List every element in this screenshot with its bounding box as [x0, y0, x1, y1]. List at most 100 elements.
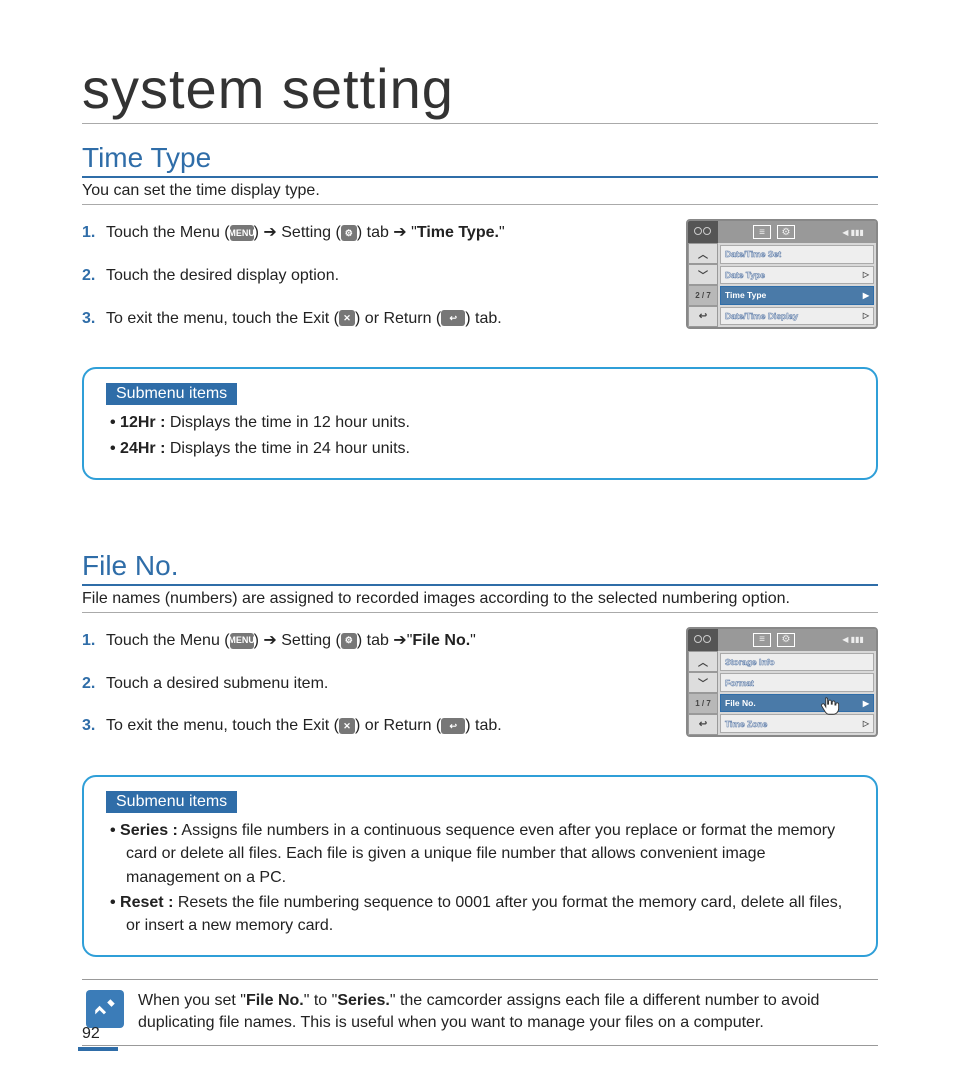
scroll-up-button[interactable]: ︿ [688, 243, 718, 264]
section-time-type: Time Type You can set the time display t… [82, 142, 878, 480]
step-text: ) or Return ( [355, 717, 441, 734]
item-text: Assigns file numbers in a continuous seq… [126, 822, 835, 885]
page-indicator: 1 / 7 [688, 693, 718, 714]
menu-row[interactable]: Format [720, 673, 874, 692]
step-text: ) or Return ( [355, 310, 441, 327]
scroll-up-button[interactable]: ︿ [688, 651, 718, 672]
list-tab-icon: ≡ [753, 225, 771, 239]
list-tab-icon: ≡ [753, 633, 771, 647]
page-number: 92 [82, 1025, 118, 1051]
submenu-item: Reset : Resets the file numbering sequen… [110, 891, 854, 937]
step-3: To exit the menu, touch the Exit (✕) or … [82, 712, 666, 741]
scroll-down-button[interactable]: ﹀ [688, 264, 718, 285]
page-indicator: 2 / 7 [688, 285, 718, 306]
step-2: Touch the desired display option. [82, 262, 666, 291]
menu-row-selected[interactable]: File No. ▶ [720, 694, 874, 713]
step-bold: File No. [412, 632, 470, 649]
item-bold: Reset : [120, 894, 173, 911]
step-text: " [499, 224, 505, 241]
menu-list: Date/Time Set Date Type ▷ Time Type ▶ Date… [718, 243, 876, 327]
step-text: ) ➔ Setting ( [254, 632, 341, 649]
submenu-box: Submenu items 12Hr : Displays the time i… [82, 367, 878, 479]
step-text: Touch a desired submenu item. [106, 670, 666, 699]
row-label: Time Zone [725, 719, 767, 729]
step-text: Touch the desired display option. [106, 262, 666, 291]
page-title: system setting [82, 56, 878, 124]
section-intro: You can set the time display type. [82, 182, 878, 205]
steps-list: Touch the Menu (MENU) ➔ Setting (⚙) tab … [82, 219, 666, 347]
step-3: To exit the menu, touch the Exit (✕) or … [82, 305, 666, 334]
submenu-label: Submenu items [106, 791, 237, 813]
gear-tab-icon: ⚙ [777, 225, 795, 239]
step-text: ) ➔ Setting ( [254, 224, 341, 241]
row-right: ▶ [863, 291, 869, 300]
menu-row-selected[interactable]: Time Type ▶ [720, 286, 874, 305]
row-label: Format [725, 678, 754, 688]
menu-row[interactable]: Date/Time Display ▷ [720, 307, 874, 326]
screen-preview-file-no: ≡ ⚙ ◀ ▮▮▮ ︿ ﹀ 1 / 7 ↩ Storage Info Forma… [686, 627, 878, 737]
step-1: Touch the Menu (MENU) ➔ Setting (⚙) tab … [82, 627, 666, 656]
menu-row[interactable]: Date/Time Set [720, 245, 874, 264]
submenu-label: Submenu items [106, 383, 237, 405]
note-bold: Series. [337, 992, 389, 1009]
row-label: Time Type [725, 290, 766, 300]
item-bold: Series : [120, 822, 178, 839]
return-icon: ↩ [441, 718, 465, 734]
step-1: Touch the Menu (MENU) ➔ Setting (⚙) tab … [82, 219, 666, 248]
note-text: " to " [304, 992, 338, 1009]
submenu-item: 12Hr : Displays the time in 12 hour unit… [110, 411, 854, 434]
step-text: To exit the menu, touch the Exit ( [106, 310, 339, 327]
step-text: Touch the Menu ( [106, 632, 230, 649]
battery-icon: ◀ ▮▮▮ [830, 221, 876, 243]
section-heading: File No. [82, 550, 878, 586]
menu-row[interactable]: Date Type ▷ [720, 266, 874, 285]
row-label: Date/Time Display [725, 311, 798, 321]
menu-row[interactable]: Storage Info [720, 653, 874, 672]
section-file-no: File No. File names (numbers) are assign… [82, 550, 878, 1046]
gear-icon: ⚙ [341, 633, 357, 649]
close-icon: ✕ [339, 718, 355, 734]
menu-icon: MENU [230, 633, 254, 649]
note-icon [86, 990, 124, 1028]
scroll-down-button[interactable]: ﹀ [688, 672, 718, 693]
gear-icon: ⚙ [341, 225, 357, 241]
step-2: Touch a desired submenu item. [82, 670, 666, 699]
close-icon: ✕ [339, 310, 355, 326]
step-bold: Time Type. [417, 224, 499, 241]
steps-list: Touch the Menu (MENU) ➔ Setting (⚙) tab … [82, 627, 666, 755]
row-right: ▷ [863, 270, 869, 279]
return-button[interactable]: ↩ [688, 714, 718, 735]
item-text: Displays the time in 24 hour units. [165, 440, 410, 457]
battery-icon: ◀ ▮▮▮ [830, 629, 876, 651]
item-text: Resets the file numbering sequence to 00… [126, 894, 842, 934]
item-bold: 24Hr : [120, 440, 165, 457]
menu-icon: MENU [230, 225, 254, 241]
gear-tab-icon: ⚙ [777, 633, 795, 647]
return-button[interactable]: ↩ [688, 306, 718, 327]
step-text: Touch the Menu ( [106, 224, 230, 241]
section-intro: File names (numbers) are assigned to rec… [82, 590, 878, 613]
step-text: ) tab. [465, 310, 501, 327]
submenu-item: Series : Assigns file numbers in a conti… [110, 819, 854, 889]
screen-preview-time-type: ≡ ⚙ ◀ ▮▮▮ ︿ ﹀ 2 / 7 ↩ Date/Time Set Date… [686, 219, 878, 329]
note-bold: File No. [246, 992, 304, 1009]
row-label: File No. [725, 698, 756, 708]
row-label: Date Type [725, 270, 765, 280]
step-text: ) tab ➔" [357, 632, 413, 649]
note-callout: When you set "File No." to "Series." the… [82, 979, 878, 1046]
step-text: " [470, 632, 476, 649]
submenu-item: 24Hr : Displays the time in 24 hour unit… [110, 437, 854, 460]
row-right: ▷ [863, 719, 869, 728]
rec-indicator-icon [688, 629, 718, 651]
note-text: When you set " [138, 992, 246, 1009]
menu-row[interactable]: Time Zone ▷ [720, 714, 874, 733]
row-label: Date/Time Set [725, 249, 781, 259]
item-text: Displays the time in 12 hour units. [165, 414, 410, 431]
menu-list: Storage Info Format File No. ▶ Time Zone ▷ [718, 651, 876, 735]
row-right: ▷ [863, 311, 869, 320]
row-label: Storage Info [725, 657, 775, 667]
item-bold: 12Hr : [120, 414, 165, 431]
step-text: ) tab ➔ " [357, 224, 417, 241]
submenu-box: Submenu items Series : Assigns file numb… [82, 775, 878, 957]
row-right: ▶ [863, 699, 869, 708]
